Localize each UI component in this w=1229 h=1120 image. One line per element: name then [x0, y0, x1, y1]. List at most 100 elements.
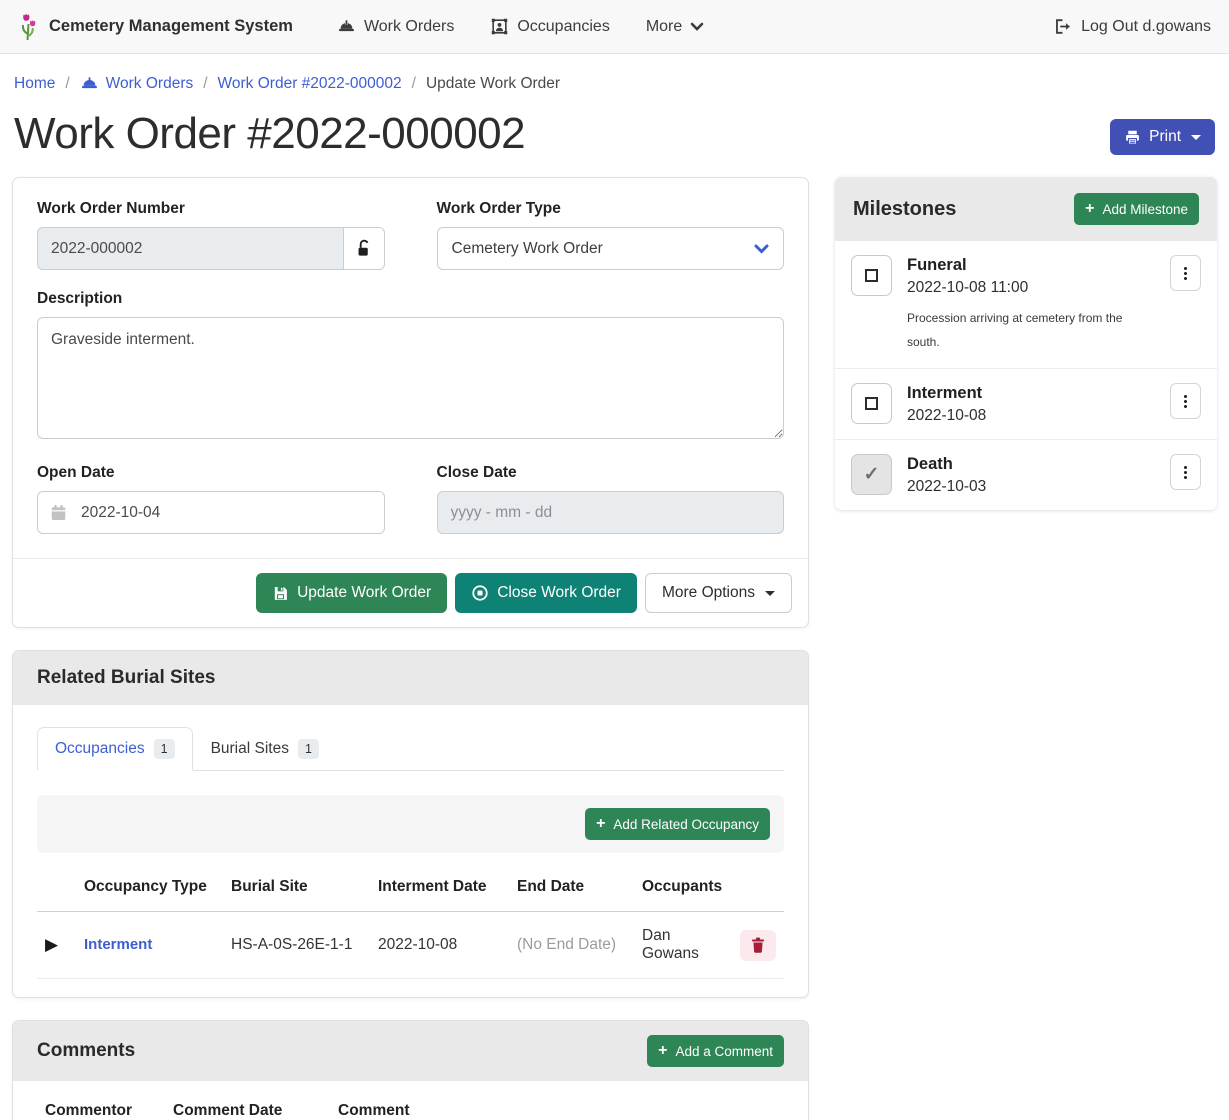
add-related-occupancy-label: Add Related Occupancy — [613, 817, 759, 832]
plus-icon: + — [596, 816, 605, 832]
milestone-note: Procession arriving at cemetery from the… — [907, 306, 1132, 354]
milestones-card: Milestones + Add Milestone Funeral 2022-… — [835, 177, 1217, 510]
update-work-order-button[interactable]: Update Work Order — [256, 573, 447, 613]
related-burial-sites-card: Related Burial Sites Occupancies 1 Buria… — [12, 650, 809, 998]
main-content: Work Order Number — [0, 177, 1229, 1120]
comments-card: Comments + Add a Comment Commentor Comme… — [12, 1020, 809, 1120]
related-tabs: Occupancies 1 Burial Sites 1 — [37, 727, 784, 771]
milestone-checkbox[interactable] — [851, 255, 892, 296]
occupancy-type-link[interactable]: Interment — [84, 936, 152, 953]
nav-work-orders[interactable]: Work Orders — [323, 9, 468, 44]
work-order-type-label: Work Order Type — [437, 200, 785, 218]
breadcrumb-current: Update Work Order — [426, 75, 560, 93]
nav-more-label: More — [646, 18, 682, 36]
app-brand[interactable]: Cemetery Management System — [16, 12, 293, 42]
comments-table: Commentor Comment Date Comment d.gowans … — [37, 1087, 784, 1120]
milestones-title: Milestones — [853, 198, 956, 221]
milestone-date: 2022-10-08 — [907, 407, 1155, 425]
work-order-type-value: Cemetery Work Order — [452, 240, 603, 258]
print-button[interactable]: Print — [1110, 119, 1215, 155]
milestone-title: Death — [907, 455, 1155, 474]
tab-burial-sites-label: Burial Sites — [211, 740, 289, 758]
add-comment-label: Add a Comment — [675, 1044, 773, 1059]
update-work-order-label: Update Work Order — [297, 584, 431, 602]
breadcrumb-separator: / — [203, 75, 207, 93]
lock-open-icon — [355, 239, 372, 258]
nav-occupancies[interactable]: Occupancies — [476, 9, 624, 44]
plus-icon: + — [1085, 201, 1094, 217]
breadcrumb-work-orders-label: Work Orders — [106, 75, 194, 93]
chevron-down-icon — [754, 244, 769, 254]
add-comment-button[interactable]: + Add a Comment — [647, 1035, 784, 1067]
comments-title: Comments — [37, 1040, 135, 1062]
calendar-icon — [51, 504, 66, 521]
logout-button[interactable]: Log Out d.gowans — [1051, 9, 1213, 44]
delete-occupancy-button[interactable] — [740, 930, 776, 961]
description-textarea[interactable]: Graveside interment. — [37, 317, 784, 439]
work-order-number-field: Work Order Number — [37, 200, 385, 270]
comment-header: Comment — [330, 1087, 655, 1120]
add-related-occupancy-button[interactable]: + Add Related Occupancy — [585, 808, 770, 840]
breadcrumb-home[interactable]: Home — [14, 75, 55, 93]
milestone-title: Funeral — [907, 256, 1155, 275]
more-options-label: More Options — [662, 584, 755, 602]
top-navbar: Cemetery Management System Work Orders — [0, 0, 1229, 54]
milestones-header: Milestones + Add Milestone — [835, 177, 1217, 241]
comments-header: Comments + Add a Comment — [13, 1021, 808, 1081]
work-order-number-label: Work Order Number — [37, 200, 385, 218]
more-options-button[interactable]: More Options — [645, 573, 792, 613]
milestone-checkbox[interactable] — [851, 383, 892, 424]
milestone-item-death: ✓ Death 2022-10-03 — [835, 440, 1217, 510]
form-actions: Update Work Order Close Work Order More … — [13, 558, 808, 627]
milestone-menu-button[interactable] — [1170, 383, 1201, 419]
logout-icon — [1053, 17, 1072, 36]
occupants-header: Occupants — [634, 863, 732, 912]
description-field: Description Graveside interment. — [37, 290, 784, 444]
interment-date-header: Interment Date — [370, 863, 509, 912]
close-date-field: Close Date — [437, 464, 785, 534]
tab-occupancies-label: Occupancies — [55, 740, 145, 758]
milestone-title: Interment — [907, 384, 1155, 403]
close-date-label: Close Date — [437, 464, 785, 482]
milestone-checkbox-checked[interactable]: ✓ — [851, 454, 892, 495]
unlock-number-button[interactable] — [343, 227, 385, 270]
tab-occupancies[interactable]: Occupancies 1 — [37, 727, 193, 771]
burial-site-header: Burial Site — [223, 863, 370, 912]
milestone-content: Death 2022-10-03 — [907, 454, 1155, 496]
work-order-type-select[interactable]: Cemetery Work Order — [437, 227, 785, 270]
breadcrumb: Home / Work Orders / Work Order #2022-00… — [0, 54, 1229, 107]
milestone-menu-button[interactable] — [1170, 454, 1201, 490]
breadcrumb-separator: / — [65, 75, 69, 93]
burial-site-cell: HS-A-0S-26E-1-1 — [223, 912, 370, 979]
related-burial-sites-title: Related Burial Sites — [37, 667, 215, 689]
end-date-cell: (No End Date) — [509, 912, 634, 979]
logout-label: Log Out d.gowans — [1081, 18, 1211, 36]
work-order-form-card: Work Order Number — [12, 177, 809, 628]
comment-date-header: Comment Date — [165, 1087, 330, 1120]
milestone-date: 2022-10-03 — [907, 478, 1155, 496]
breadcrumb-work-orders[interactable]: Work Orders — [80, 74, 194, 93]
checkbox-square-icon — [865, 269, 878, 282]
close-work-order-button[interactable]: Close Work Order — [455, 573, 637, 613]
kebab-icon — [1184, 267, 1187, 270]
tab-burial-sites-count-badge: 1 — [298, 739, 319, 759]
open-date-input[interactable] — [37, 491, 385, 534]
tab-burial-sites[interactable]: Burial Sites 1 — [193, 727, 337, 771]
commentor-header: Commentor — [37, 1087, 165, 1120]
occupancy-type-header: Occupancy Type — [76, 863, 223, 912]
occupancy-row: ▶ Interment HS-A-0S-26E-1-1 2022-10-08 (… — [37, 912, 784, 979]
page-header: Work Order #2022-000002 Print — [0, 107, 1229, 177]
occupants-cell: Dan Gowans — [634, 912, 732, 979]
left-column: Work Order Number — [12, 177, 809, 1120]
related-burial-sites-header: Related Burial Sites — [13, 651, 808, 705]
expand-row-icon[interactable]: ▶ — [45, 935, 58, 954]
milestone-item-interment: Interment 2022-10-08 — [835, 369, 1217, 440]
add-milestone-button[interactable]: + Add Milestone — [1074, 193, 1199, 225]
milestone-menu-button[interactable] — [1170, 255, 1201, 291]
caret-down-icon — [1191, 135, 1201, 140]
comment-actions-header — [655, 1087, 784, 1120]
breadcrumb-work-order-number[interactable]: Work Order #2022-000002 — [218, 75, 402, 93]
hard-hat-icon — [337, 17, 356, 36]
right-column: Milestones + Add Milestone Funeral 2022-… — [835, 177, 1217, 510]
nav-more[interactable]: More — [632, 10, 718, 44]
